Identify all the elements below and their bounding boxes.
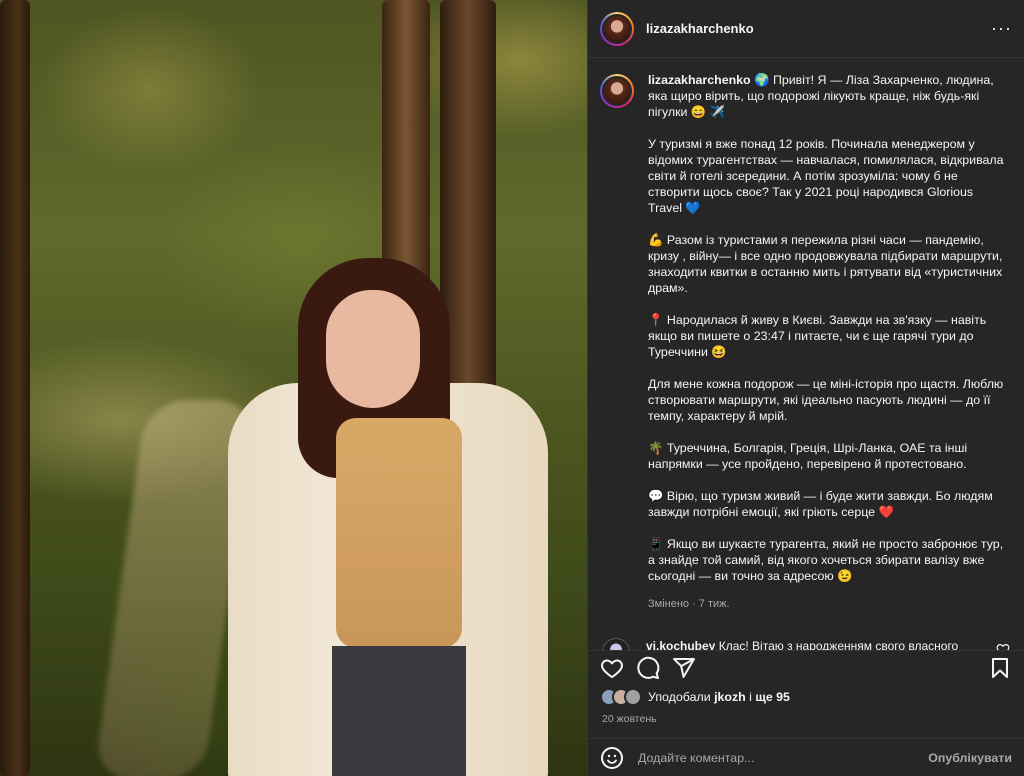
tree-trunk	[0, 0, 30, 776]
caption-paragraph: У туризмі я вже понад 12 років. Починала…	[648, 137, 1004, 215]
post-header: lizazakharchenko ···	[588, 0, 1024, 58]
comment-input[interactable]	[638, 750, 928, 765]
avatar	[624, 688, 642, 706]
more-options-button[interactable]: ···	[991, 18, 1012, 39]
caption: lizazakharchenko 🌍 Привіт! Я — Ліза Заха…	[600, 72, 1010, 612]
heart-icon[interactable]	[996, 642, 1010, 650]
publish-button[interactable]: Опублікувати	[928, 751, 1012, 765]
post-date[interactable]: 20 жовтень	[602, 713, 657, 725]
caption-paragraph: 📱 Якщо ви шукаєте турагента, який не про…	[648, 537, 1004, 583]
comment: vi.kochubey Клас! Вітаю з народженням св…	[600, 638, 1010, 650]
header-username[interactable]: lizazakharchenko	[646, 21, 754, 36]
like-heart-icon[interactable]	[600, 656, 624, 680]
woman-figure	[228, 258, 548, 776]
likes-summary[interactable]: Уподобали jkozh і ще 95	[600, 688, 790, 706]
avatar[interactable]	[600, 74, 634, 108]
caption-paragraph: 💬 Вірю, що туризм живий — і буде жити за…	[648, 489, 993, 519]
likes-count[interactable]: ще 95	[755, 690, 790, 704]
caption-paragraph: 🌴 Туреччина, Болгарія, Греція, Шрі-Ланка…	[648, 441, 968, 471]
add-comment-bar: Опублікувати	[588, 738, 1024, 776]
bookmark-icon[interactable]	[988, 656, 1012, 680]
caption-paragraph: 📍 Народилася й живу в Києві. Завжди на з…	[648, 313, 987, 359]
comment-username[interactable]: vi.kochubey	[646, 639, 715, 650]
comments-scroll-area[interactable]: lizazakharchenko 🌍 Привіт! Я — Ліза Заха…	[588, 58, 1024, 650]
emoji-icon[interactable]	[600, 746, 624, 770]
edited-timestamp[interactable]: Змінено · 7 тиж.	[648, 596, 1010, 612]
post-photo[interactable]	[0, 0, 587, 776]
tree-trunk	[382, 0, 430, 300]
share-icon[interactable]	[672, 656, 696, 680]
likes-user[interactable]: jkozh	[714, 690, 746, 704]
avatar[interactable]	[602, 638, 630, 650]
post-side-panel: lizazakharchenko ··· lizazakharchenko 🌍 …	[587, 0, 1024, 776]
likes-middle: і	[745, 690, 756, 704]
caption-username[interactable]: lizazakharchenko	[648, 73, 751, 87]
caption-paragraph: Для мене кожна подорож — це міні-історія…	[648, 377, 1004, 423]
comment-icon[interactable]	[636, 656, 660, 680]
action-bar	[588, 650, 1024, 684]
caption-paragraph: 💪 Разом із туристами я пережила різні ча…	[648, 233, 1003, 295]
avatar[interactable]	[600, 11, 634, 46]
likes-prefix: Уподобали	[648, 690, 715, 704]
